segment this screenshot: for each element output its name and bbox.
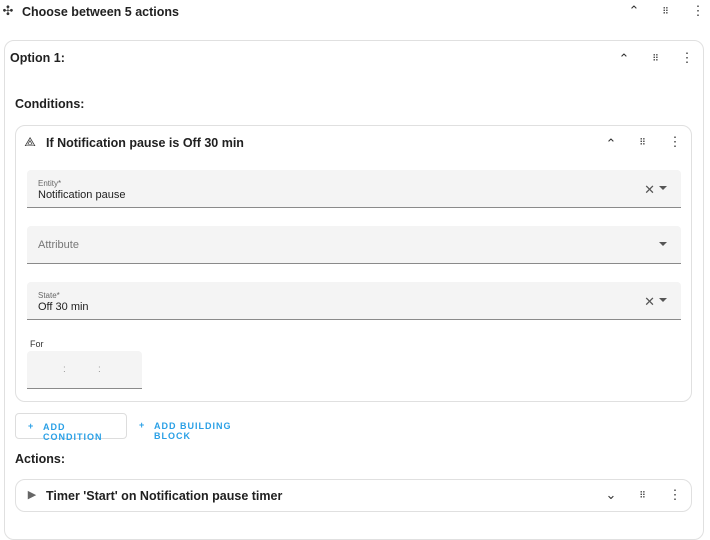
add-condition-button[interactable]: + ADD CONDITION — [15, 413, 127, 442]
header-title: Choose between 5 actions — [22, 5, 179, 19]
drag-handle-icon[interactable]: ⠿ — [647, 50, 663, 66]
entity-label: Entity* — [38, 179, 62, 188]
attribute-field[interactable]: Attribute — [27, 226, 681, 264]
plus-icon: + — [28, 421, 35, 431]
add-building-block-button[interactable]: + ADD BUILDING BLOCK — [134, 413, 264, 441]
for-label: For — [30, 339, 44, 349]
action-card: ▶ Timer 'Start' on Notification pause ti… — [15, 479, 692, 512]
clear-icon[interactable]: ✕ — [644, 182, 655, 198]
drag-handle-icon[interactable]: ⠿ — [634, 487, 650, 503]
condition-title[interactable]: If Notification pause is Off 30 min — [46, 136, 244, 150]
more-icon[interactable]: ⋮ — [667, 134, 683, 150]
state-field[interactable]: State* Off 30 min ✕ — [27, 282, 681, 320]
attribute-placeholder: Attribute — [38, 239, 79, 251]
expand-icon[interactable]: ▶ — [24, 487, 40, 503]
choose-icon: ✣ — [2, 3, 14, 18]
separator: : — [98, 364, 101, 375]
chevron-up-icon[interactable]: ⌃ — [603, 136, 619, 152]
plus-icon: + — [139, 420, 146, 430]
clear-icon[interactable]: ✕ — [644, 294, 655, 310]
entity-field[interactable]: Entity* Notification pause ✕ — [27, 170, 681, 208]
more-icon[interactable]: ⋮ — [667, 487, 683, 503]
dropdown-icon[interactable] — [659, 186, 667, 190]
dropdown-icon[interactable] — [659, 298, 667, 302]
option-title: Option 1: — [10, 51, 65, 65]
drag-handle-icon[interactable]: ⠿ — [657, 3, 673, 19]
add-condition-label: ADD CONDITION — [43, 422, 103, 442]
action-title[interactable]: Timer 'Start' on Notification pause time… — [46, 489, 282, 503]
chevron-up-icon[interactable]: ⌃ — [626, 3, 642, 19]
drag-handle-icon[interactable]: ⠿ — [634, 134, 650, 150]
condition-icon: ⟁ — [24, 134, 36, 149]
conditions-label: Conditions: — [15, 97, 85, 111]
entity-value: Notification pause — [38, 189, 126, 201]
actions-label: Actions: — [15, 452, 65, 466]
dropdown-icon[interactable] — [659, 242, 667, 246]
separator: : — [63, 364, 66, 375]
chevron-up-icon[interactable]: ⌃ — [616, 51, 632, 67]
chevron-down-icon[interactable]: ⌄ — [603, 487, 619, 503]
more-icon[interactable]: ⋮ — [679, 50, 695, 66]
state-label: State* — [38, 291, 60, 300]
add-building-block-label: ADD BUILDING BLOCK — [154, 421, 232, 441]
for-duration-field[interactable]: : : — [27, 351, 142, 389]
state-value: Off 30 min — [38, 301, 89, 313]
more-icon[interactable]: ⋮ — [690, 3, 706, 19]
